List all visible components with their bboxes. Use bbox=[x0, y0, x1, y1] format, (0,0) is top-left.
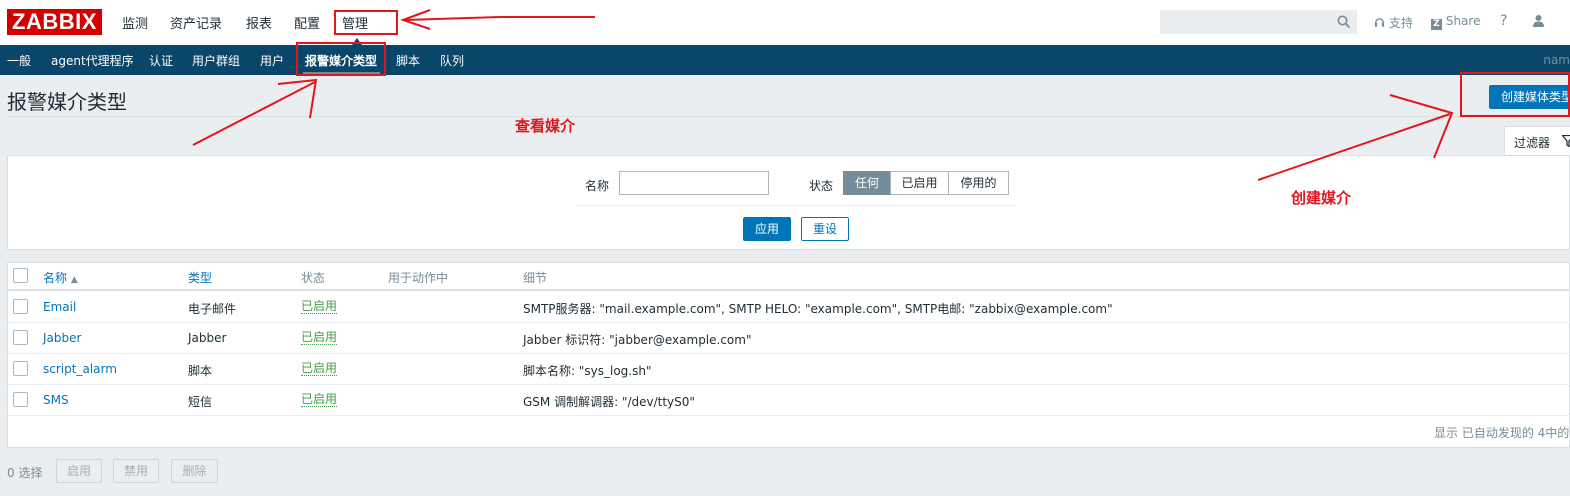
filter-tab-label: 过滤器 bbox=[1514, 136, 1551, 150]
status-toggle[interactable]: 已启用 bbox=[301, 393, 338, 407]
status-toggle[interactable]: 已启用 bbox=[301, 362, 338, 376]
row-checkbox[interactable] bbox=[13, 299, 28, 314]
subnav-scripts[interactable]: 脚本 bbox=[396, 52, 420, 69]
sort-asc-icon: ▲ bbox=[70, 275, 78, 285]
support-link[interactable]: 支持 bbox=[1374, 14, 1413, 31]
apply-button[interactable]: 应用 bbox=[743, 217, 791, 241]
reset-button[interactable]: 重设 bbox=[801, 217, 849, 241]
media-details: GSM 调制解调器: "/dev/ttyS0" bbox=[523, 395, 695, 409]
status-toggle[interactable]: 已启用 bbox=[301, 300, 338, 314]
share-link[interactable]: Z Share bbox=[1431, 14, 1480, 30]
column-header-used-in-actions: 用于动作中 bbox=[388, 271, 449, 285]
column-name-label: 名称 bbox=[43, 271, 68, 285]
annotation-box-media-types bbox=[296, 42, 386, 76]
title-divider bbox=[7, 116, 1570, 117]
search-input[interactable] bbox=[1160, 10, 1357, 34]
annotation-view-media: 查看媒介 bbox=[515, 117, 576, 135]
status-enabled-option[interactable]: 已启用 bbox=[890, 171, 949, 195]
annotation-create-media: 创建媒介 bbox=[1291, 189, 1352, 207]
status-toggle[interactable]: 已启用 bbox=[301, 331, 338, 345]
funnel-icon bbox=[1562, 135, 1570, 147]
selected-count: 0 选择 bbox=[7, 466, 43, 480]
row-checkbox[interactable] bbox=[13, 330, 28, 345]
status-any-option[interactable]: 任何 bbox=[843, 171, 891, 195]
table-row: Jabber Jabber 已启用 Jabber 标识符: "jabber@ex… bbox=[7, 323, 1570, 354]
search-icon[interactable] bbox=[1337, 15, 1351, 29]
subnav-general[interactable]: 一般 bbox=[7, 52, 31, 69]
subnav-queue[interactable]: 队列 bbox=[440, 52, 464, 69]
table-row: Email 电子邮件 已启用 SMTP服务器: "mail.example.co… bbox=[7, 292, 1570, 323]
support-label: 支持 bbox=[1388, 16, 1413, 30]
disable-selected-button[interactable]: 禁用 bbox=[113, 459, 159, 483]
share-label: Share bbox=[1445, 14, 1481, 28]
filter-divider bbox=[575, 205, 1018, 206]
media-details: Jabber 标识符: "jabber@example.com" bbox=[523, 333, 752, 347]
media-name-link[interactable]: Email bbox=[43, 300, 76, 314]
column-header-type[interactable]: 类型 bbox=[188, 269, 212, 286]
subnav-user-groups[interactable]: 用户群组 bbox=[192, 52, 240, 69]
annotation-box-admin bbox=[334, 10, 398, 35]
media-type: 短信 bbox=[188, 395, 213, 409]
share-z-icon: Z bbox=[1431, 19, 1442, 30]
media-details: SMTP服务器: "mail.example.com", SMTP HELO: … bbox=[523, 302, 1113, 316]
table-row: script_alarm 脚本 已启用 脚本名称: "sys_log.sh" bbox=[7, 354, 1570, 385]
zabbix-logo[interactable]: ZABBIX bbox=[7, 9, 102, 35]
admin-subnav: 一般 agent代理程序 认证 用户群组 用户 报警媒介类型 脚本 队列 nam bbox=[0, 45, 1570, 75]
column-header-status: 状态 bbox=[301, 271, 326, 285]
media-details: 脚本名称: "sys_log.sh" bbox=[523, 364, 652, 378]
nav-monitoring[interactable]: 监测 bbox=[122, 13, 148, 32]
filter-status-label: 状态 bbox=[809, 179, 834, 193]
headset-icon bbox=[1374, 18, 1385, 27]
arrow-to-media-types bbox=[192, 81, 316, 146]
filter-name-input[interactable] bbox=[619, 171, 769, 195]
table-row: SMS 短信 已启用 GSM 调制解调器: "/dev/ttyS0" bbox=[7, 385, 1570, 416]
media-type: Jabber bbox=[188, 331, 227, 345]
column-header-name[interactable]: 名称 ▲ bbox=[43, 269, 78, 286]
annotation-box-create bbox=[1460, 72, 1570, 117]
select-all-checkbox[interactable] bbox=[13, 268, 28, 283]
enable-selected-button[interactable]: 启用 bbox=[56, 459, 102, 483]
row-checkbox[interactable] bbox=[13, 392, 28, 407]
delete-selected-button[interactable]: 删除 bbox=[171, 459, 218, 483]
status-disabled-option[interactable]: 停用的 bbox=[948, 171, 1009, 195]
filter-name-label: 名称 bbox=[585, 179, 610, 193]
top-header: ZABBIX 监测 资产记录 报表 配置 管理 支持 Z Share ? bbox=[0, 0, 1570, 45]
table-paging-summary: 显示 已自动发现的 4中的 bbox=[1434, 426, 1570, 440]
column-header-details: 细节 bbox=[523, 271, 548, 285]
help-icon[interactable]: ? bbox=[1500, 13, 1507, 29]
nav-configuration[interactable]: 配置 bbox=[294, 13, 320, 32]
table-header-row: 名称 ▲ 类型 状态 用于动作中 细节 bbox=[7, 262, 1570, 291]
media-type: 电子邮件 bbox=[188, 302, 237, 316]
subnav-authentication[interactable]: 认证 bbox=[149, 52, 173, 69]
media-type: 脚本 bbox=[188, 364, 213, 378]
page-title: 报警媒介类型 bbox=[7, 90, 127, 114]
row-checkbox[interactable] bbox=[13, 361, 28, 376]
filter-tab[interactable]: 过滤器 bbox=[1504, 126, 1570, 156]
subnav-proxies[interactable]: agent代理程序 bbox=[51, 52, 134, 69]
media-name-link[interactable]: SMS bbox=[43, 393, 69, 407]
media-name-link[interactable]: script_alarm bbox=[43, 362, 117, 376]
nav-inventory[interactable]: 资产记录 bbox=[170, 13, 222, 32]
nav-reports[interactable]: 报表 bbox=[246, 13, 272, 32]
media-name-link[interactable]: Jabber bbox=[43, 331, 81, 345]
user-profile-icon[interactable] bbox=[1532, 14, 1545, 27]
subnav-user-name: nam bbox=[1543, 53, 1570, 67]
subnav-users[interactable]: 用户 bbox=[260, 52, 284, 69]
